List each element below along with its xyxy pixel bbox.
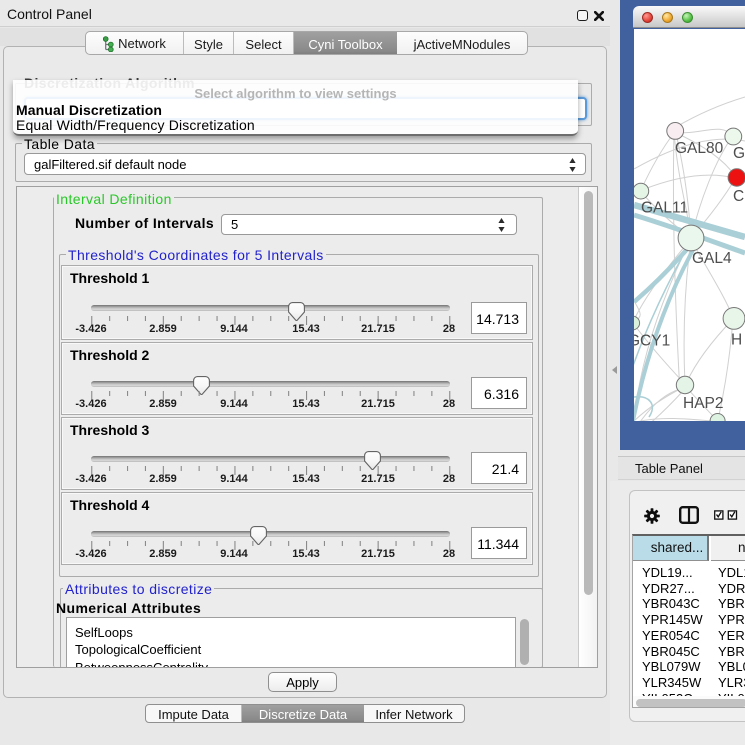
svg-text:G...: G... [733, 145, 745, 162]
svg-text:GCY1: GCY1 [634, 333, 670, 350]
svg-text:HAP2: HAP2 [683, 395, 724, 412]
svg-text:GAL80: GAL80 [675, 140, 724, 157]
svg-text:GAL11: GAL11 [641, 200, 688, 217]
svg-text:GAL4: GAL4 [692, 250, 732, 267]
svg-text:H: H [731, 332, 742, 349]
svg-text:C: C [733, 188, 744, 205]
